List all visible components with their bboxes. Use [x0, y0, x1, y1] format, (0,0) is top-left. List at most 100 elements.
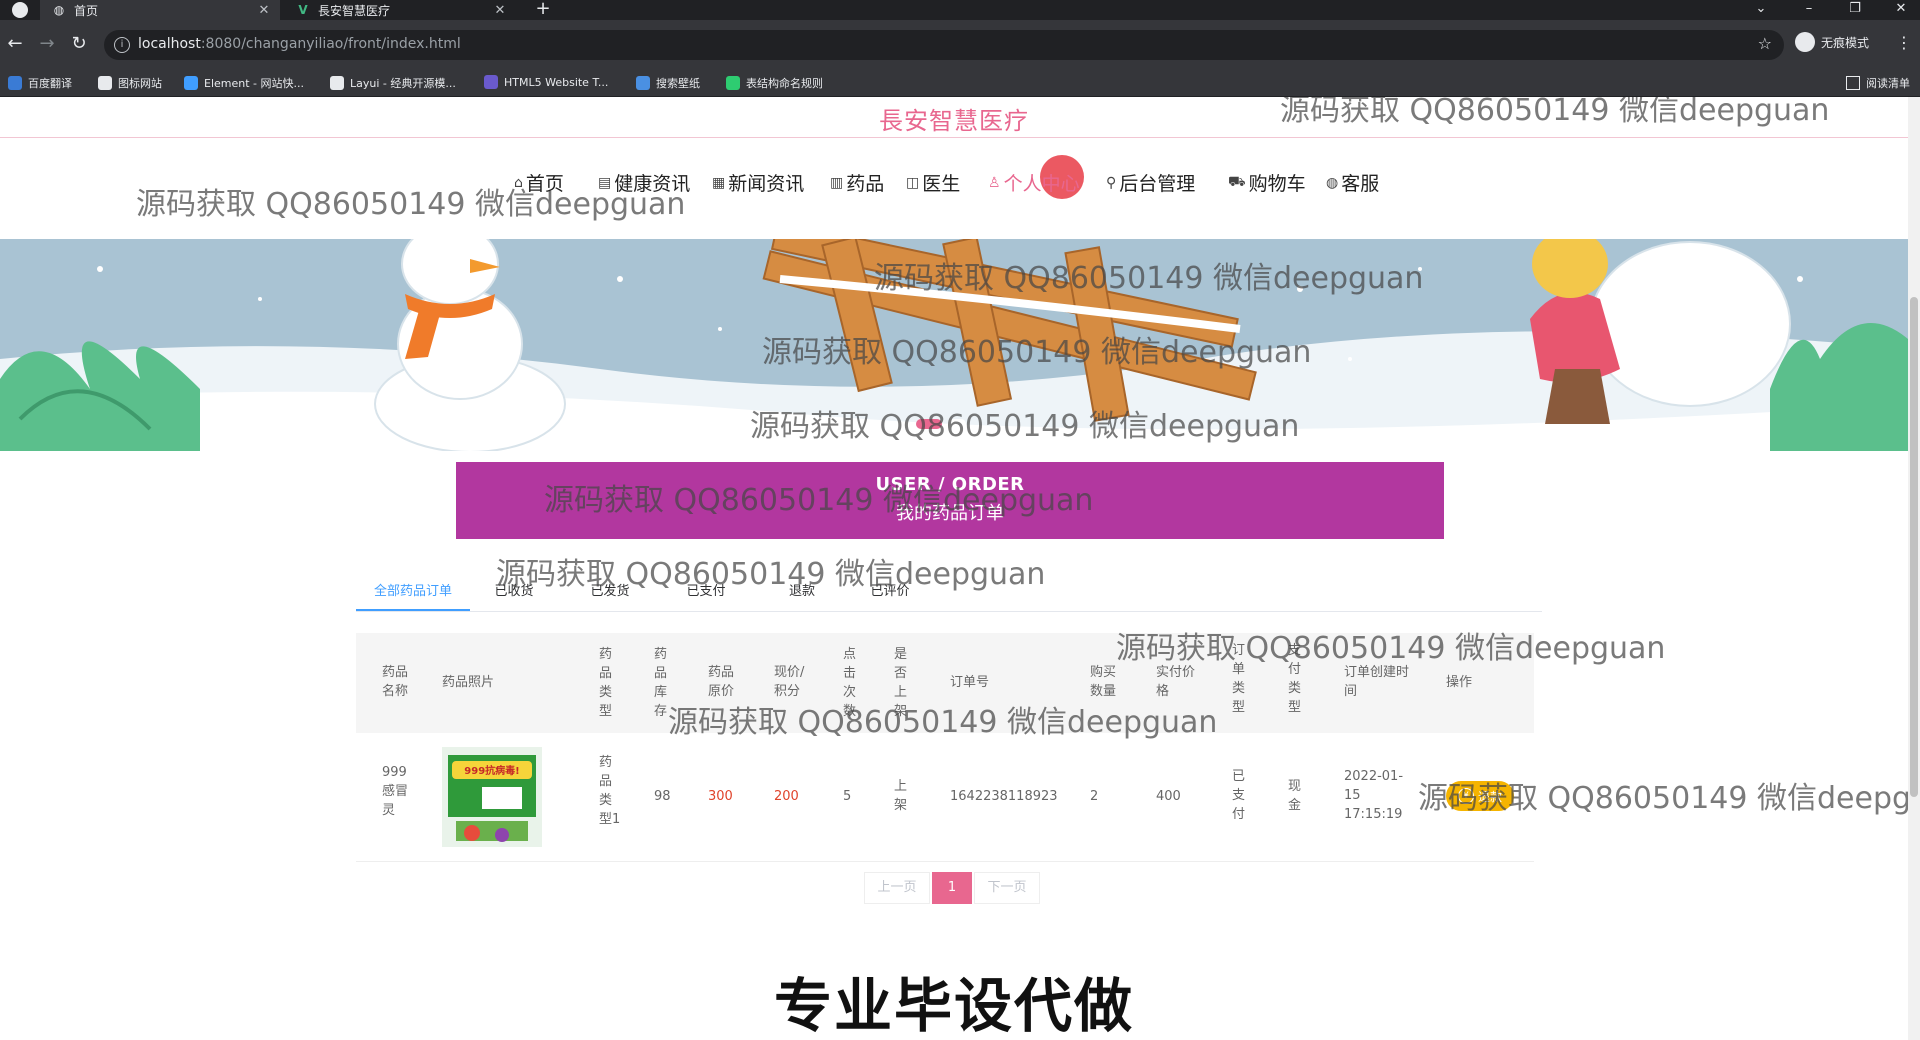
nav-doctor[interactable]: ◫ 医生 — [906, 169, 960, 196]
next-page-button[interactable]: 下一页 — [974, 872, 1040, 904]
scrollbar-thumb[interactable] — [1910, 297, 1918, 797]
medicine-photo[interactable]: 999抗病毒! — [442, 747, 542, 847]
bookmark-star-icon[interactable]: ☆ — [1758, 34, 1772, 53]
tab-reviewed[interactable]: 已评价 — [862, 579, 918, 611]
banner-carousel[interactable] — [0, 239, 1908, 451]
cell-paid-amount: 400 — [1156, 789, 1181, 804]
table-row: 999 感冒 灵 999抗病毒! 药 品 类 型1 98 300 200 5 上… — [356, 733, 1534, 862]
tab-all-orders[interactable]: 全部药品订单 — [356, 579, 470, 611]
bookmark-label: 搜索壁纸 — [656, 77, 700, 90]
medicine-box-image: 999抗病毒! — [442, 747, 542, 847]
close-icon[interactable]: ✕ — [492, 3, 508, 18]
cell-medicine-type: 药 品 类 型1 — [599, 755, 621, 827]
nav-cart[interactable]: ⛟ 购物车 — [1228, 169, 1306, 196]
minimize-icon[interactable]: – — [1794, 0, 1824, 20]
nav-admin[interactable]: ⚲ 后台管理 — [1106, 169, 1195, 196]
incognito-avatar-icon — [1795, 32, 1815, 52]
new-tab-button[interactable]: + — [530, 0, 556, 20]
col-header: 订单创建时 间 — [1344, 665, 1410, 699]
order-section-banner: USER / ORDER 我的药品订单 — [456, 462, 1444, 539]
bookmark-icon — [484, 75, 498, 89]
refund-button[interactable]: ¥ 退款 — [1446, 781, 1514, 811]
tab-shipped[interactable]: 已发货 — [582, 579, 638, 611]
tab-refund[interactable]: 退款 — [774, 579, 830, 611]
nav-medicine[interactable]: ▥ 药品 — [830, 169, 884, 196]
browser-tab-strip: ◍ 首页 ✕ V 長安智慧医疗 ✕ + ⌄ – ❐ ✕ — [0, 0, 1920, 20]
nav-label: 个人中心 — [1003, 173, 1080, 195]
profile-button[interactable]: 无痕模式 — [1795, 32, 1869, 52]
medicine-icon: ▥ — [830, 174, 844, 191]
cell-stock: 98 — [654, 789, 671, 804]
cell-current-price: 200 — [774, 789, 799, 804]
bookmark-item[interactable]: 搜索壁纸 — [636, 75, 700, 91]
cell-order-number: 1642238118923 — [950, 789, 1058, 804]
browser-tab-home[interactable]: ◍ 首页 ✕ — [40, 0, 280, 20]
nav-home[interactable]: ⌂ 首页 — [514, 169, 564, 196]
restore-icon[interactable]: ❐ — [1840, 0, 1870, 20]
tab-title: 首页 — [74, 3, 99, 18]
prev-page-button[interactable]: 上一页 — [864, 872, 930, 904]
bookmark-item[interactable]: 图标网站 — [98, 75, 162, 91]
bookmark-icon — [184, 76, 198, 90]
bookmark-item[interactable]: 百度翻译 — [8, 75, 72, 91]
tab-received[interactable]: 已收货 — [486, 579, 542, 611]
promo-overlay-text: 专业毕设代做 — [773, 972, 1134, 1040]
nav-personal-center[interactable]: ♙ 个人中心 — [988, 169, 1080, 196]
nav-label: 购物车 — [1248, 173, 1306, 195]
bookmark-label: 百度翻译 — [28, 77, 72, 90]
close-icon[interactable]: ✕ — [256, 3, 272, 18]
cell-original-price: 300 — [708, 789, 733, 804]
tab-title: 長安智慧医疗 — [318, 3, 391, 18]
carousel-dot-active[interactable] — [916, 419, 942, 429]
site-info-icon[interactable]: i — [114, 37, 130, 53]
reload-icon[interactable]: ↻ — [68, 33, 90, 55]
section-title-en: USER / ORDER — [875, 474, 1025, 495]
menu-icon[interactable]: ⋮ — [1896, 33, 1912, 52]
col-header: 药品 原价 — [708, 665, 735, 699]
col-header: 药 品 类 型 — [599, 647, 613, 719]
cell-on-shelf: 上 架 — [894, 779, 908, 813]
bookmark-label: Element - 网站快... — [204, 77, 304, 90]
vue-logo-icon: V — [298, 3, 308, 17]
bookmark-icon — [726, 76, 740, 90]
bookmark-item[interactable]: 表结构命名规则 — [726, 75, 823, 91]
browser-toolbar: ← → ↻ i localhost:8080/changanyiliao/fro… — [0, 20, 1920, 70]
url-host: localhost — [138, 36, 201, 52]
tab-paid[interactable]: 已支付 — [678, 579, 734, 611]
col-header: 现价/ 积分 — [774, 665, 805, 699]
page-scrollbar[interactable] — [1908, 97, 1920, 1040]
bookmark-item[interactable]: Layui - 经典开源模... — [330, 75, 456, 91]
forward-icon[interactable]: → — [36, 33, 58, 55]
tab-search-icon[interactable]: ⌄ — [1746, 0, 1776, 20]
bookmark-icon — [8, 76, 22, 90]
site-header: 長安智慧医疗 — [0, 97, 1908, 138]
carousel-dot[interactable] — [948, 419, 966, 429]
back-icon[interactable]: ← — [4, 33, 26, 55]
web-page: 長安智慧医疗 ⌂ 首页 ▤ 健康资讯 ▦ 新闻资讯 ▥ 药品 ◫ 医生 ♙ 个人中心 ⚲ 后台… — [0, 97, 1908, 1040]
news-icon: ▦ — [712, 174, 726, 191]
bookmark-item[interactable]: Element - 网站快... — [184, 75, 304, 91]
col-header: 药品照片 — [442, 675, 495, 690]
doctor-icon: ◫ — [906, 174, 920, 191]
col-header: 药 品 库 存 — [654, 647, 668, 719]
document-icon: ▤ — [598, 174, 612, 191]
site-title: 長安智慧医疗 — [879, 107, 1029, 135]
nav-label: 健康资讯 — [614, 173, 691, 195]
url-text[interactable]: localhost:8080/changanyiliao/front/index… — [138, 36, 461, 52]
nav-news[interactable]: ▦ 新闻资讯 — [712, 169, 804, 196]
photo-caption: 999抗病毒! — [464, 764, 519, 777]
nav-service[interactable]: ◍ 客服 — [1326, 169, 1379, 196]
address-bar[interactable]: i localhost:8080/changanyiliao/front/ind… — [104, 30, 1784, 60]
main-nav: ⌂ 首页 ▤ 健康资讯 ▦ 新闻资讯 ▥ 药品 ◫ 医生 ♙ 个人中心 ⚲ 后台管理 ⛟ 购物车… — [0, 169, 1908, 199]
reading-list-button[interactable]: 阅读清单 — [1846, 75, 1910, 91]
browser-tab-site[interactable]: V 長安智慧医疗 ✕ — [284, 0, 516, 20]
bookmark-item[interactable]: HTML5 Website T... — [484, 75, 608, 89]
bookmark-label: 图标网站 — [118, 77, 162, 90]
close-window-icon[interactable]: ✕ — [1886, 0, 1916, 20]
col-header: 操作 — [1446, 675, 1473, 690]
refund-label: 退款 — [1477, 789, 1502, 804]
page-number-button[interactable]: 1 — [932, 872, 972, 904]
nav-health-info[interactable]: ▤ 健康资讯 — [598, 169, 690, 196]
bookmark-icon — [98, 76, 112, 90]
browser-incognito-icon — [12, 2, 28, 18]
